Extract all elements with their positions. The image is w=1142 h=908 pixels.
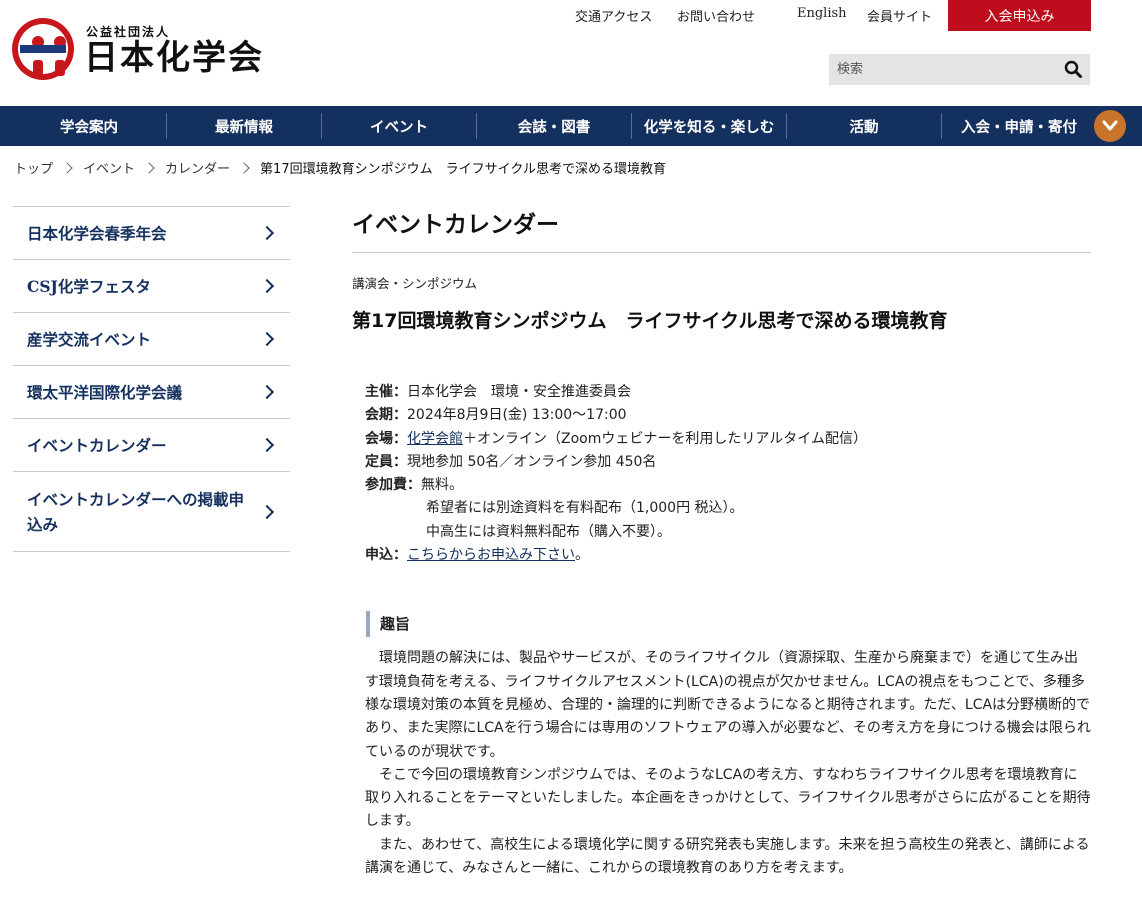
nav-expand-button[interactable] — [1094, 110, 1126, 142]
chevron-right-icon — [143, 161, 155, 174]
search-input[interactable] — [829, 54, 1057, 85]
breadcrumb-top[interactable]: トップ — [14, 158, 53, 177]
event-details: 主催：日本化学会 環境・安全推進委員会 会期：2024年8月9日(金) 13:0… — [365, 381, 1091, 567]
page-title: イベントカレンダー — [352, 206, 1091, 253]
detail-fee: 参加費：無料。 — [365, 477, 463, 494]
sidebar-item-industry-exchange[interactable]: 産学交流イベント — [13, 313, 290, 366]
sidebar-item-pacifichem[interactable]: 環太平洋国際化学会議 — [13, 366, 290, 419]
chevron-right-icon — [259, 437, 275, 453]
chevron-right-icon — [61, 161, 73, 174]
chevron-right-icon — [259, 225, 275, 241]
sidebar-menu: 日本化学会春季年会 CSJ化学フェスタ 産学交流イベント 環太平洋国際化学会議 … — [13, 206, 290, 552]
detail-venue: 会場：化学会館＋オンライン（Zoomウェビナーを利用したリアルタイム配信） — [365, 430, 867, 447]
sidebar-item-calendar-submission[interactable]: イベントカレンダーへの掲載申込み — [13, 472, 290, 552]
nav-item-activities[interactable]: 活動 — [787, 106, 941, 146]
sidebar-item-event-calendar[interactable]: イベントカレンダー — [13, 419, 290, 472]
sidebar-item-chemistry-festa[interactable]: CSJ化学フェスタ — [13, 260, 290, 313]
breadcrumb-current: 第17回環境教育シンポジウム ライフサイクル思考で深める環境教育 — [260, 162, 666, 177]
detail-date: 会期：2024年8月9日(金) 13:00～17:00 — [365, 407, 627, 424]
breadcrumb: トップ イベント カレンダー 第17回環境教育シンポジウム ライフサイクル思考で… — [14, 158, 666, 177]
sidebar-item-annual-meeting[interactable]: 日本化学会春季年会 — [13, 207, 290, 260]
fee-note: 中高生には資料無料配布（購入不要）。 — [426, 523, 671, 540]
nav-item-news[interactable]: 最新情報 — [167, 106, 321, 146]
util-link-member-site[interactable]: 会員サイト — [867, 6, 932, 25]
breadcrumb-calendar[interactable]: カレンダー — [165, 158, 230, 177]
section-heading-purpose: 趣旨 — [366, 611, 1091, 638]
csj-emblem-icon — [12, 18, 74, 80]
paragraph: また、あわせて、高校生による環境化学に関する研究発表も実施します。未来を担う高校… — [365, 836, 1090, 877]
nav-item-events[interactable]: イベント — [322, 106, 476, 146]
paragraph: 環境問題の解決には、製品やサービスが、そのライフサイクル（資源採取、生産から廃棄… — [365, 650, 1091, 760]
global-nav: 学会案内 最新情報 イベント 会誌・図書 化学を知る・楽しむ 活動 入会・申請・… — [0, 106, 1142, 146]
chevron-right-icon — [259, 278, 275, 294]
nav-item-membership[interactable]: 入会・申請・寄付 — [942, 106, 1096, 146]
sidebar-item-label: イベントカレンダー — [27, 435, 167, 455]
apply-link[interactable]: こちらからお申込み下さい — [407, 547, 575, 563]
detail-organizer: 主催：日本化学会 環境・安全推進委員会 — [365, 384, 631, 400]
sidebar-item-label: 環太平洋国際化学会議 — [27, 382, 183, 402]
util-link-english[interactable]: English — [797, 6, 847, 21]
sidebar-item-label: イベントカレンダーへの掲載申込み — [27, 489, 245, 534]
detail-apply: 申込：こちらからお申込み下さい。 — [365, 547, 589, 564]
venue-link[interactable]: 化学会館 — [407, 431, 463, 447]
chevron-down-icon — [1102, 120, 1118, 131]
util-link-contact[interactable]: お問い合わせ — [677, 6, 755, 25]
chevron-right-icon — [259, 384, 275, 400]
chevron-right-icon — [259, 331, 275, 347]
chevron-right-icon — [238, 161, 250, 174]
util-link-access[interactable]: 交通アクセス — [575, 6, 652, 25]
fee-note: 希望者には別途資料を有料配布（1,000円 税込）。 — [426, 500, 744, 517]
main-content: イベントカレンダー 講演会・シンポジウム 第17回環境教育シンポジウム ライフサ… — [352, 206, 1091, 880]
site-logo[interactable]: 公益社団法人 日本化学会 — [12, 18, 282, 88]
nav-item-learn-chemistry[interactable]: 化学を知る・楽しむ — [632, 106, 786, 146]
chevron-right-icon — [259, 504, 275, 519]
logo-title: 日本化学会 — [84, 38, 264, 78]
search-box — [829, 54, 1090, 85]
breadcrumb-events[interactable]: イベント — [83, 158, 135, 177]
sidebar-item-label: 日本化学会春季年会 — [27, 223, 167, 243]
paragraph: そこで今回の環境教育シンポジウムでは、そのようなLCAの考え方、すなわちライフサ… — [365, 766, 1091, 830]
nav-item-about[interactable]: 学会案内 — [12, 106, 166, 146]
join-button[interactable]: 入会申込み — [948, 0, 1091, 31]
sidebar-item-label: 産学交流イベント — [27, 329, 152, 349]
detail-capacity: 定員：現地参加 50名／オンライン参加 450名 — [365, 453, 657, 470]
event-category: 講演会・シンポジウム — [352, 276, 478, 291]
purpose-text: 環境問題の解決には、製品やサービスが、そのライフサイクル（資源採取、生産から廃棄… — [365, 647, 1091, 880]
sidebar-item-label: CSJ化学フェスタ — [27, 276, 151, 296]
nav-item-publications[interactable]: 会誌・図書 — [477, 106, 631, 146]
event-title: 第17回環境教育シンポジウム ライフサイクル思考で深める環境教育 — [352, 310, 948, 332]
search-icon[interactable] — [1064, 60, 1082, 78]
